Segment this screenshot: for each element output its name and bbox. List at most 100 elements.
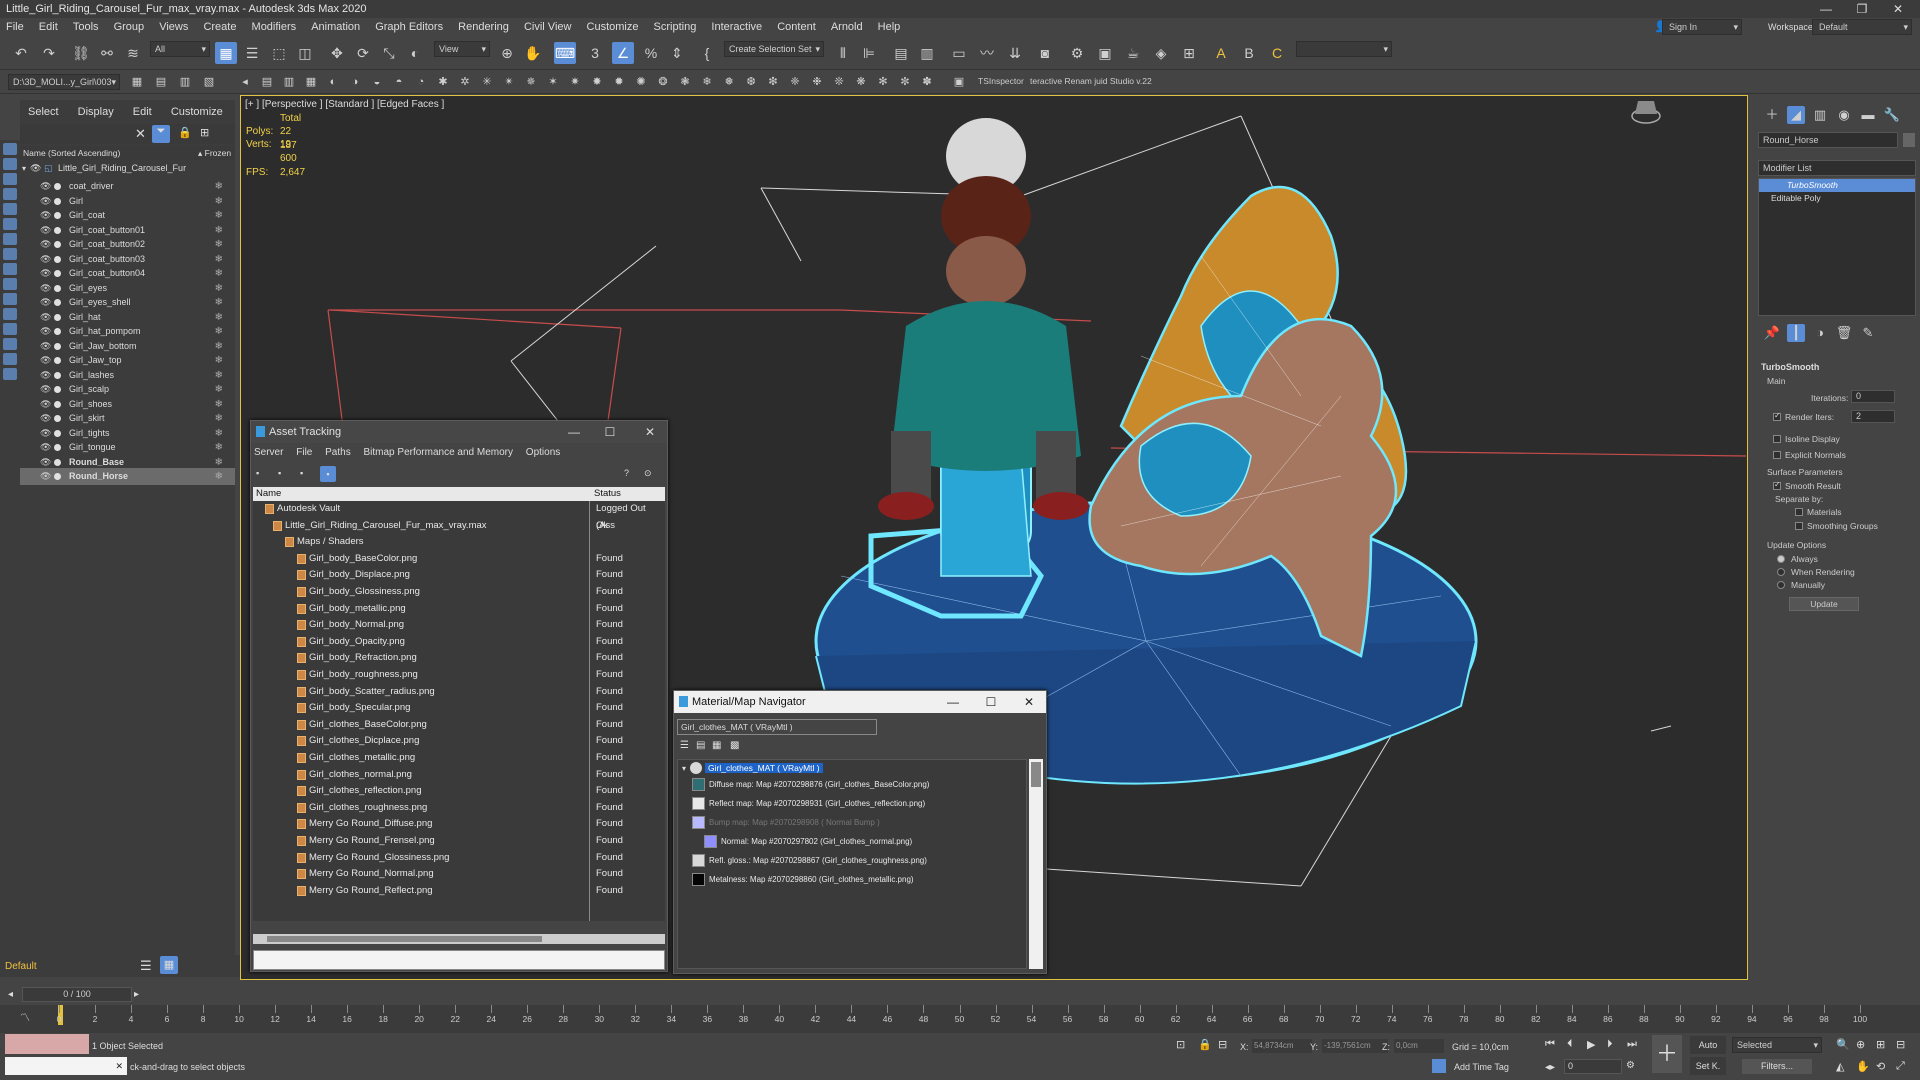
map-entry[interactable]: Metalness: Map #2070298860 (Girl_clothes… xyxy=(692,872,1008,887)
time-prev-icon[interactable]: ◂ xyxy=(8,989,13,1000)
tool-18-icon[interactable]: ✹ xyxy=(610,73,628,91)
materials-checkbox[interactable] xyxy=(1795,508,1803,516)
explorer-toggle-icon[interactable]: ▦ xyxy=(160,956,178,974)
navigator-title-bar[interactable]: Material/Map Navigator — ☐ ✕ xyxy=(674,691,1046,713)
tool-29-icon[interactable]: ❋ xyxy=(852,73,870,91)
absolute-mode-icon[interactable]: ⊟ xyxy=(1218,1038,1227,1051)
z-coordinate[interactable]: 0,0cm xyxy=(1394,1039,1444,1053)
menu-customize[interactable]: Customize xyxy=(581,18,645,36)
rotate-icon[interactable]: ⟳ xyxy=(352,42,374,64)
set-key-button[interactable]: Set K. xyxy=(1690,1057,1726,1075)
tool-3-icon[interactable]: ▥ xyxy=(280,73,298,91)
asset-row[interactable]: Girl_body_Displace.png Found xyxy=(255,567,665,584)
view-large-icons-icon[interactable]: ▩ xyxy=(730,740,739,751)
sign-in-dropdown[interactable]: Sign In xyxy=(1662,19,1742,35)
asset-row[interactable]: Girl_body_Opacity.png Found xyxy=(255,634,665,651)
modify-tab-icon[interactable]: ◢ xyxy=(1787,106,1805,124)
freeze-icon[interactable]: ❄ xyxy=(215,468,223,485)
column-name[interactable]: Name (Sorted Ascending) xyxy=(23,146,120,160)
explicit-normals-checkbox[interactable] xyxy=(1773,451,1781,459)
orbit-icon[interactable]: ⟲ xyxy=(1876,1060,1885,1073)
asset-maximize-button[interactable]: ☐ xyxy=(595,421,625,443)
key-filters-button[interactable]: Filters... xyxy=(1742,1059,1812,1074)
arnold-a-icon[interactable]: A xyxy=(1210,42,1232,64)
tool-25-icon[interactable]: ❇ xyxy=(764,73,782,91)
percent-snap-icon[interactable]: % xyxy=(640,42,662,64)
asset-tool-2-icon[interactable]: ▪ xyxy=(278,468,281,478)
filter-bones-icon[interactable] xyxy=(3,263,17,275)
pin-stack-icon[interactable]: 📌 xyxy=(1763,324,1781,342)
time-next-icon[interactable]: ▸ xyxy=(134,989,139,1000)
asset-row[interactable]: Girl_clothes_Dicplace.png Found xyxy=(255,733,665,750)
remove-modifier-icon[interactable]: 🗑 xyxy=(1835,324,1853,342)
eye-icon[interactable]: 👁 xyxy=(30,160,41,177)
maximize-viewport-icon[interactable]: ⤢ xyxy=(1896,1060,1905,1073)
menu-file[interactable]: File xyxy=(0,18,30,36)
isolate-selection-icon[interactable]: ⊡ xyxy=(1176,1038,1185,1051)
asset-tracking-title-bar[interactable]: Asset Tracking — ☐ ✕ xyxy=(251,421,667,443)
asset-row[interactable]: Girl_clothes_metallic.png Found xyxy=(255,750,665,767)
asset-minimize-button[interactable]: — xyxy=(559,421,589,443)
filter-cameras-icon[interactable] xyxy=(3,188,17,200)
spinner-snap-icon[interactable]: ⇕ xyxy=(666,42,688,64)
select-object-icon[interactable]: ▦ xyxy=(215,42,237,64)
rectangle-region-icon[interactable]: ⬚ xyxy=(268,42,290,64)
filter-shapes-icon[interactable] xyxy=(3,158,17,170)
close-button[interactable]: ✕ xyxy=(1880,0,1916,18)
named-selection-dropdown[interactable]: Create Selection Set xyxy=(724,41,824,57)
invert-display-icon[interactable] xyxy=(3,353,17,365)
renamer-label[interactable]: teractive Renam juid Studio v.22 xyxy=(1030,76,1152,86)
menu-modifiers[interactable]: Modifiers xyxy=(246,18,303,36)
project-open-icon[interactable]: ▤ xyxy=(152,73,170,91)
make-unique-icon[interactable]: ◑ xyxy=(1811,324,1829,342)
project-save-icon[interactable]: ▥ xyxy=(176,73,194,91)
asset-row[interactable]: Merry Go Round_Reflect.png Found xyxy=(255,883,665,900)
menu-graph-editors[interactable]: Graph Editors xyxy=(369,18,449,36)
time-tag-icon[interactable] xyxy=(1432,1059,1446,1073)
edit-named-selection-icon[interactable]: { xyxy=(696,42,718,64)
asset-row[interactable]: Autodesk Vault Logged Out (Ass xyxy=(255,501,665,531)
tool-26-icon[interactable]: ❈ xyxy=(786,73,804,91)
tool-12-icon[interactable]: ✳ xyxy=(478,73,496,91)
expand-icon[interactable]: ▾ xyxy=(22,160,26,177)
pan-icon[interactable]: ✋ xyxy=(1856,1060,1870,1073)
navigator-root-material[interactable]: Girl_clothes_MAT ( VRayMtl ) xyxy=(705,763,823,773)
asset-row[interactable]: Girl_body_Glossiness.png Found xyxy=(255,584,665,601)
tab-customize[interactable]: Customize xyxy=(163,100,231,124)
view-list-icon[interactable]: ☰ xyxy=(680,740,689,751)
schematic-view-icon[interactable]: ⇊ xyxy=(1004,42,1026,64)
menu-interactive[interactable]: Interactive xyxy=(705,18,768,36)
menu-create[interactable]: Create xyxy=(197,18,242,36)
column-frozen[interactable]: ▴ Frozen xyxy=(198,146,231,160)
navigator-minimize-button[interactable]: — xyxy=(938,691,968,713)
tool-21-icon[interactable]: ❃ xyxy=(676,73,694,91)
clear-search-icon[interactable]: ✕ xyxy=(135,126,146,142)
auto-key-button[interactable]: Auto xyxy=(1690,1036,1726,1054)
asset-row[interactable]: Girl_body_Specular.png Found xyxy=(255,700,665,717)
tab-display[interactable]: Display xyxy=(70,100,122,124)
link-icon[interactable]: ⛓ xyxy=(70,42,92,64)
menu-arnold[interactable]: Arnold xyxy=(825,18,869,36)
place-icon[interactable]: ◐ xyxy=(404,42,426,64)
tool-31-icon[interactable]: ✼ xyxy=(896,73,914,91)
asset-h-scrollbar[interactable] xyxy=(253,934,665,944)
filter-spacewarps-icon[interactable] xyxy=(3,218,17,230)
time-slider[interactable]: 0 / 100 xyxy=(22,987,132,1002)
zoom-all-icon[interactable]: ⊕ xyxy=(1856,1038,1865,1051)
x-coordinate[interactable]: 54,8734cm xyxy=(1252,1039,1312,1053)
isoline-checkbox[interactable] xyxy=(1773,435,1781,443)
project-folder-dropdown[interactable]: D:\3D_MOLI...y_Girl\003 xyxy=(8,74,120,90)
next-frame-icon[interactable]: ⏵ xyxy=(1607,1038,1613,1051)
menu-group[interactable]: Group xyxy=(108,18,151,36)
snaps-toggle-icon[interactable]: 3 xyxy=(584,42,606,64)
object-name-field[interactable]: Round_Horse xyxy=(1758,132,1898,148)
add-time-tag[interactable]: Add Time Tag xyxy=(1454,1062,1509,1072)
map-entry[interactable]: Reflect map: Map #2070298931 (Girl_cloth… xyxy=(692,796,1008,811)
asset-row[interactable]: Girl_body_metallic.png Found xyxy=(255,601,665,618)
tool-11-icon[interactable]: ✲ xyxy=(456,73,474,91)
asset-path-field[interactable] xyxy=(253,950,665,970)
asset-row[interactable]: Girl_clothes_roughness.png Found xyxy=(255,800,665,817)
asset-pin-icon[interactable]: ⊙ xyxy=(644,468,652,479)
menu-animation[interactable]: Animation xyxy=(305,18,366,36)
zoom-icon[interactable]: 🔍 xyxy=(1836,1038,1850,1051)
